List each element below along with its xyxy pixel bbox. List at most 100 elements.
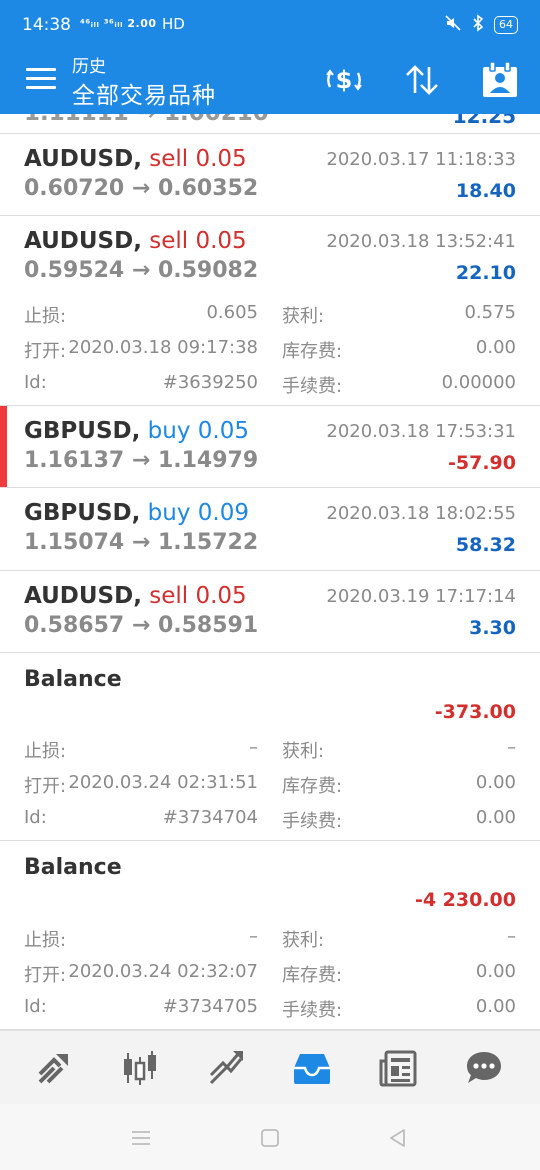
deal-profit: 12.25 bbox=[452, 114, 516, 128]
deal-row[interactable]: GBPUSD, buy 0.09 2020.03.18 18:02:55 1.1… bbox=[0, 488, 540, 571]
id-value: #3639250 bbox=[162, 372, 258, 393]
open-value: 2020.03.24 02:32:07 bbox=[68, 961, 258, 982]
period-calendar-icon[interactable] bbox=[478, 58, 522, 102]
deal-prices: 1.11111 → 1.00210 bbox=[24, 114, 269, 126]
back-icon[interactable] bbox=[386, 1126, 410, 1150]
deal-volume: 0.05 bbox=[195, 583, 247, 609]
deal-volume: 0.05 bbox=[195, 146, 247, 172]
recents-icon[interactable] bbox=[129, 1126, 153, 1150]
deal-prices: 0.58657 → 0.58591 bbox=[24, 613, 259, 638]
swap-label: 库存费: bbox=[282, 341, 343, 362]
commission-value: 0.00000 bbox=[441, 372, 516, 393]
take-profit-label: 获利: bbox=[282, 306, 325, 327]
deal-profit: -57.90 bbox=[448, 452, 516, 474]
currency-filter-icon[interactable]: $ bbox=[322, 58, 366, 102]
balance-amount: -4 230.00 bbox=[414, 889, 516, 911]
stop-loss-value: – bbox=[249, 926, 258, 947]
mute-icon bbox=[444, 14, 462, 36]
deal-time: 2020.03.18 18:02:55 bbox=[326, 503, 516, 524]
sort-icon[interactable] bbox=[400, 58, 444, 102]
deal-symbol: GBPUSD, bbox=[24, 500, 141, 526]
deal-symbol: AUDUSD, bbox=[24, 583, 142, 609]
status-bar: 14:38 ⁴⁶ᵢₗₗ ³⁶ᵢₗₗ 2.00 HD 64 bbox=[0, 0, 540, 48]
deal-side: sell bbox=[149, 228, 189, 254]
chart-icon[interactable] bbox=[97, 1031, 183, 1105]
page-title[interactable]: 全部交易品种 bbox=[72, 76, 216, 110]
detail-row-open-swap: 打开: 2020.03.18 09:17:38 库存费: 0.00 bbox=[24, 337, 516, 371]
system-navigation bbox=[0, 1104, 540, 1170]
quotes-icon[interactable] bbox=[11, 1031, 97, 1105]
deal-profit: 58.32 bbox=[455, 534, 516, 556]
battery-icon: 64 bbox=[494, 16, 518, 34]
open-label: 打开: bbox=[24, 776, 67, 797]
open-value: 2020.03.18 09:17:38 bbox=[68, 337, 258, 358]
deal-header: AUDUSD, sell 0.05 bbox=[24, 583, 247, 609]
commission-value: 0.00 bbox=[475, 807, 516, 828]
stop-loss-value: – bbox=[249, 737, 258, 758]
bottom-navigation bbox=[0, 1030, 540, 1104]
deal-header: AUDUSD, sell 0.05 bbox=[24, 146, 247, 172]
deal-row[interactable]: AUDUSD, sell 0.05 2020.03.19 17:17:14 0.… bbox=[0, 571, 540, 653]
stop-loss-label: 止损: bbox=[24, 930, 67, 951]
app-bar: 历史 全部交易品种 $ bbox=[0, 48, 540, 114]
deal-symbol: AUDUSD, bbox=[24, 146, 142, 172]
id-label: Id: bbox=[24, 996, 47, 1017]
balance-title: Balance bbox=[24, 855, 122, 880]
history-icon[interactable] bbox=[269, 1031, 355, 1105]
deal-prices: 1.16137 → 1.14979 bbox=[24, 448, 259, 473]
balance-amount: -373.00 bbox=[434, 701, 516, 723]
detail-row-sl-tp: 止损: – 获利: – bbox=[24, 737, 516, 771]
take-profit-value: – bbox=[507, 926, 516, 947]
stop-loss-value: 0.605 bbox=[206, 302, 258, 323]
deal-row-selected[interactable]: GBPUSD, buy 0.05 2020.03.18 17:53:31 1.1… bbox=[0, 406, 540, 488]
deal-volume: 0.09 bbox=[197, 500, 249, 526]
selection-marker bbox=[0, 406, 7, 487]
chat-icon[interactable] bbox=[441, 1031, 527, 1105]
deal-time: 2020.03.17 11:18:33 bbox=[326, 149, 516, 170]
stop-loss-label: 止损: bbox=[24, 741, 67, 762]
deal-side: sell bbox=[149, 583, 189, 609]
deal-side: sell bbox=[149, 146, 189, 172]
home-icon[interactable] bbox=[258, 1126, 282, 1150]
id-label: Id: bbox=[24, 372, 47, 393]
deal-row[interactable]: AUDUSD, sell 0.05 2020.03.17 11:18:33 0.… bbox=[0, 134, 540, 216]
take-profit-value: – bbox=[507, 737, 516, 758]
network-indicator: ⁴⁶ᵢₗₗ ³⁶ᵢₗₗ 2.00 bbox=[80, 17, 157, 30]
swap-value: 0.00 bbox=[475, 772, 516, 793]
take-profit-label: 获利: bbox=[282, 930, 325, 951]
bluetooth-icon bbox=[472, 14, 484, 36]
id-value: #3734704 bbox=[162, 807, 258, 828]
deal-prices: 1.15074 → 1.15722 bbox=[24, 530, 259, 555]
balance-row[interactable]: Balance -373.00 止损: – 获利: – 打开: 2020.03.… bbox=[0, 653, 540, 841]
detail-row-open-swap: 打开: 2020.03.24 02:32:07 库存费: 0.00 bbox=[24, 961, 516, 995]
trade-icon[interactable] bbox=[183, 1031, 269, 1105]
menu-icon[interactable] bbox=[26, 68, 56, 92]
deal-side: buy bbox=[147, 418, 191, 444]
deal-time: 2020.03.18 13:52:41 bbox=[326, 231, 516, 252]
list-item-partial[interactable]: 1.11111 → 1.00210 12.25 bbox=[0, 114, 540, 134]
detail-row-id-commission: Id: #3639250 手续费: 0.00000 bbox=[24, 372, 516, 406]
swap-value: 0.00 bbox=[475, 337, 516, 358]
deal-prices: 0.60720 → 0.60352 bbox=[24, 176, 259, 201]
deal-time: 2020.03.18 17:53:31 bbox=[326, 421, 516, 442]
commission-label: 手续费: bbox=[282, 811, 343, 832]
detail-row-id-commission: Id: #3734705 手续费: 0.00 bbox=[24, 996, 516, 1030]
swap-label: 库存费: bbox=[282, 776, 343, 797]
deal-profit: 3.30 bbox=[469, 617, 516, 639]
commission-label: 手续费: bbox=[282, 1000, 343, 1021]
news-icon[interactable] bbox=[355, 1031, 441, 1105]
commission-value: 0.00 bbox=[475, 996, 516, 1017]
deal-time: 2020.03.19 17:17:14 bbox=[326, 586, 516, 607]
commission-label: 手续费: bbox=[282, 376, 343, 397]
open-label: 打开: bbox=[24, 341, 67, 362]
swap-label: 库存费: bbox=[282, 965, 343, 986]
id-value: #3734705 bbox=[162, 996, 258, 1017]
status-time: 14:38 bbox=[22, 15, 71, 35]
deal-row-expanded[interactable]: AUDUSD, sell 0.05 2020.03.18 13:52:41 0.… bbox=[0, 216, 540, 406]
open-label: 打开: bbox=[24, 965, 67, 986]
history-list[interactable]: 1.11111 → 1.00210 12.25 AUDUSD, sell 0.0… bbox=[0, 114, 540, 1030]
balance-row[interactable]: Balance -4 230.00 止损: – 获利: – 打开: 2020.0… bbox=[0, 841, 540, 1030]
deal-symbol: AUDUSD, bbox=[24, 228, 142, 254]
deal-side: buy bbox=[147, 500, 191, 526]
id-label: Id: bbox=[24, 807, 47, 828]
